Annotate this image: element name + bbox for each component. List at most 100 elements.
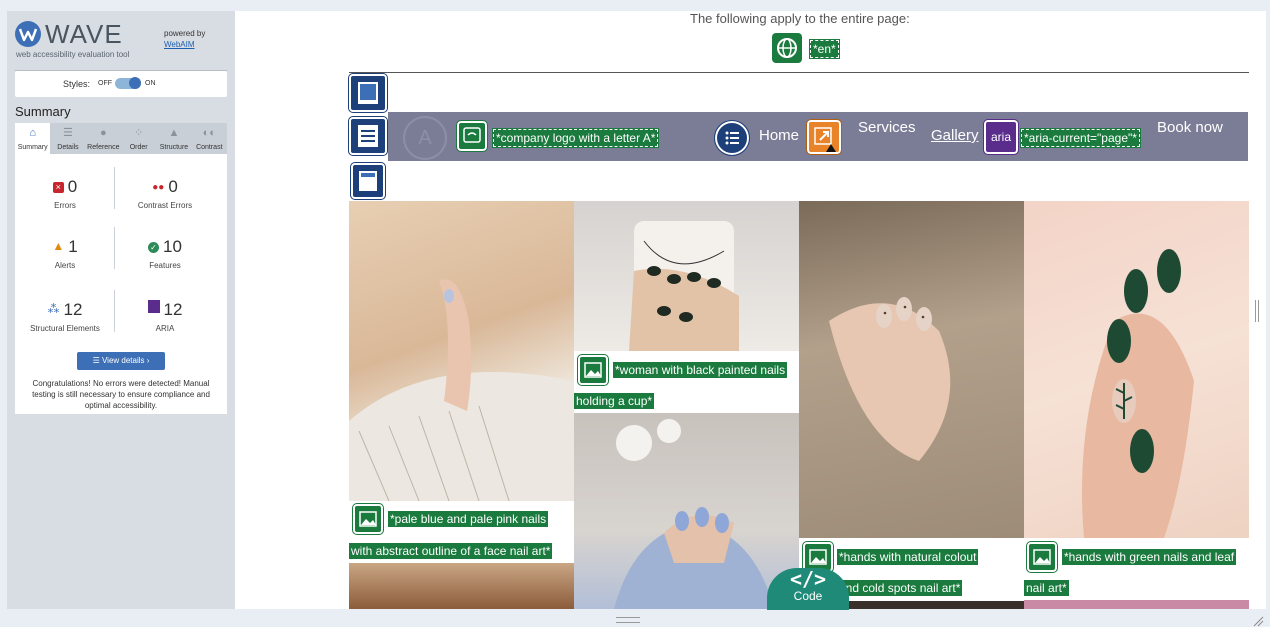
image-alt-icon[interactable] [577, 354, 609, 386]
wave-subtitle: web accessibility evaluation tool [16, 50, 130, 59]
info-icon: ● [99, 127, 107, 139]
linked-image-icon[interactable] [456, 120, 488, 152]
browser-window: WAVE web accessibility evaluation tool p… [0, 0, 1270, 627]
vertical-resize-grip-icon[interactable] [1255, 300, 1259, 322]
tab-contrast[interactable]: ◐◐ Contrast [192, 123, 227, 154]
image-alt-icon[interactable] [352, 503, 384, 535]
alerts-count: 1 [68, 237, 78, 256]
page-note: The following apply to the entire page: [690, 11, 910, 26]
wave-sidebar: WAVE web accessibility evaluation tool p… [7, 11, 235, 609]
list-icon[interactable] [714, 120, 750, 156]
view-details-label: View details › [101, 356, 150, 365]
errors-label: Errors [54, 201, 76, 210]
alerts-stat: ▲ 1 Alerts [15, 237, 115, 270]
tab-reference-label: Reference [87, 144, 120, 151]
page-viewport: The following apply to the entire page: … [235, 11, 1266, 609]
tab-contrast-label: Contrast [196, 144, 223, 151]
nav-book-now[interactable]: Book now [1157, 119, 1223, 136]
redundant-link-alert-icon[interactable] [806, 119, 842, 155]
structural-label: Structural Elements [30, 324, 100, 333]
structural-count: 12 [63, 300, 83, 319]
toggle-knob [129, 77, 141, 89]
tab-structure-label: Structure [159, 144, 189, 151]
gallery-photo-cup [574, 201, 799, 351]
styles-on-label: ON [145, 80, 156, 87]
aria-label: ARIA [155, 324, 175, 333]
home-icon: ⌂ [29, 127, 36, 139]
contrast-label: Contrast Errors [137, 201, 193, 210]
horizontal-resize-grip-icon[interactable] [616, 617, 640, 623]
styles-label: Styles: [63, 79, 91, 89]
error-icon: × [52, 182, 64, 193]
tab-details[interactable]: ☰ Details [50, 123, 85, 154]
features-count: 10 [163, 237, 182, 256]
structure-icon: ⁂ [47, 302, 60, 316]
styles-toggle-box: Styles: OFF ON [15, 71, 227, 97]
face-alt-text-2: with abstract outline of a face nail art… [349, 543, 553, 559]
contrast-error-icon: ●● [152, 182, 165, 193]
natural-alt-text-2: and cold spots nail art* [837, 580, 963, 596]
tab-summary[interactable]: ⌂ Summary [15, 123, 51, 154]
header-divider [349, 72, 1249, 73]
header-region-icon[interactable] [348, 73, 388, 113]
gallery-photo-natural-nails [799, 201, 1024, 538]
contrast-icon: ◐◐ [202, 127, 216, 139]
summary-heading: Summary [15, 104, 71, 119]
powered-by-label: powered by [164, 29, 206, 38]
feature-check-icon: ✓ [148, 242, 160, 253]
code-button-label: Code [793, 589, 823, 603]
alerts-label: Alerts [54, 261, 76, 270]
face-alt-text: *pale blue and pale pink nails [388, 511, 549, 527]
summary-panel: × 0 Errors ●● 0 Contrast Errors ▲ 1 Alerts … [15, 154, 227, 414]
natural-alt-text: *hands with natural colout [837, 549, 979, 565]
wave-tabs: ⌂ Summary ☰ Details ● Reference ⁘ Order ▲ Str… [15, 123, 227, 154]
image-alt-icon[interactable] [1026, 541, 1058, 573]
code-icon: </> [789, 567, 827, 591]
nav-services[interactable]: Services [858, 119, 916, 136]
gallery-photo-face-nails [349, 201, 574, 501]
language-icon[interactable] [772, 33, 802, 63]
nav-home[interactable]: Home [759, 127, 799, 144]
styles-toggle[interactable] [115, 77, 141, 89]
cup-alt-text-2: holding a cup* [574, 393, 655, 409]
lang-badge: *en* [809, 39, 840, 59]
errors-count: 0 [67, 177, 78, 196]
list-icon: ☰ [63, 127, 73, 139]
gallery-photo-blue-nails [574, 413, 799, 609]
wave-title: WAVE [45, 19, 123, 49]
congratulations-text: Congratulations! No errors were detected… [32, 379, 210, 410]
errors-stat: × 0 Errors [15, 177, 115, 210]
company-logo[interactable]: A [403, 116, 447, 160]
aria-stat: 12 ARIA [115, 300, 215, 333]
aria-count: 12 [163, 300, 183, 319]
nav-gallery[interactable]: Gallery [931, 127, 979, 144]
green-alt-text: *hands with green nails and leaf [1062, 549, 1237, 565]
alert-icon: ▲ [52, 239, 65, 253]
main-region-icon[interactable] [350, 162, 386, 200]
gallery-photo-green-nails [1024, 201, 1249, 538]
tab-details-label: Details [57, 144, 79, 151]
structure-icon: ▲ [168, 127, 180, 139]
list-icon: ☰ [92, 356, 102, 365]
logo-alt-badge: *company logo with a letter A* [491, 128, 660, 148]
webaim-link[interactable]: WebAIM [164, 40, 195, 49]
order-icon: ⁘ [134, 127, 144, 139]
contrast-count: 0 [168, 177, 178, 196]
aria-icon[interactable]: aria [983, 119, 1019, 155]
tab-summary-label: Summary [17, 144, 48, 151]
aria-current-badge: *aria-current="page"* [1020, 128, 1141, 148]
tab-order[interactable]: ⁘ Order [121, 123, 156, 154]
structural-stat: ⁂ 12 Structural Elements [15, 300, 115, 333]
tab-structure[interactable]: ▲ Structure [156, 123, 191, 154]
gallery-photo-bottom-right [1024, 600, 1249, 609]
wave-header: WAVE web accessibility evaluation tool p… [15, 19, 227, 71]
gallery-photo-bottom-left [349, 563, 574, 609]
code-button[interactable]: </> Code [767, 568, 849, 610]
aria-icon [147, 300, 160, 313]
window-resize-icon[interactable] [1252, 614, 1264, 627]
tab-reference[interactable]: ● Reference [86, 123, 121, 154]
contrast-stat: ●● 0 Contrast Errors [115, 177, 215, 210]
view-details-button[interactable]: ☰ View details › [77, 352, 165, 370]
cup-alt-text: *woman with black painted nails [613, 362, 788, 378]
navigation-region-icon[interactable] [348, 116, 388, 156]
